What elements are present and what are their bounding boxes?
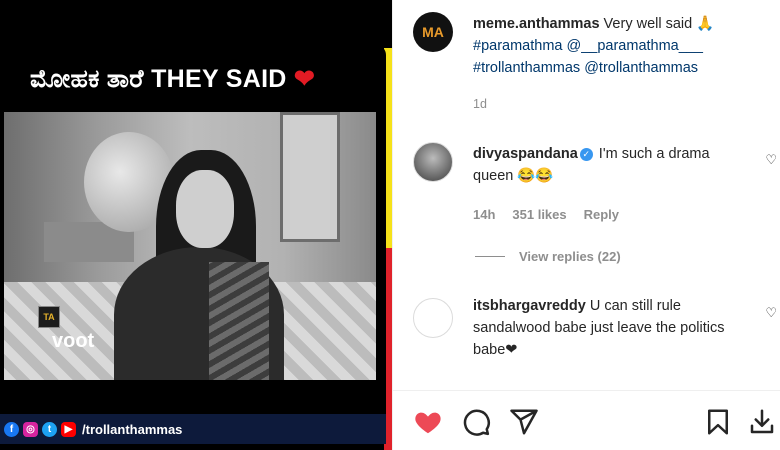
comment-bubble-icon[interactable] [461, 407, 491, 437]
meme-headline-text: ಮೋಹಕ ತಾರೆ THEY SAID [30, 65, 287, 93]
youtube-icon: ▶ [61, 421, 76, 437]
comment-timestamp[interactable]: 14h [473, 207, 495, 222]
photo-person-face [176, 170, 234, 248]
comment-meta: 14h 351 likes Reply [473, 207, 619, 222]
view-replies[interactable]: View replies (22) [475, 249, 621, 264]
comments-panel: MA meme.anthammas Very well said 🙏 #para… [392, 0, 780, 450]
comment-likes[interactable]: 351 likes [512, 207, 566, 222]
meme-footer-bar: f ◎ t ▶ /trollanthammas [0, 414, 386, 444]
comment-username[interactable]: divyaspandana [473, 146, 578, 162]
channel-logo: TA [38, 306, 60, 328]
post-caption: meme.anthammas Very well said 🙏 #paramat… [473, 13, 753, 79]
avatar[interactable]: MA [413, 12, 453, 52]
photo-saree [209, 262, 269, 380]
bookmark-icon[interactable] [703, 407, 733, 437]
instagram-icon: ◎ [23, 421, 38, 437]
caption-tags[interactable]: #paramathma @__paramathma___ #trollantha… [473, 38, 703, 76]
replies-divider [475, 256, 505, 257]
reply-button[interactable]: Reply [584, 207, 619, 222]
comment-like-heart-icon[interactable]: ♡ [765, 152, 777, 168]
caption-text: Very well said 🙏 [599, 16, 715, 32]
post-media[interactable]: ಮೋಹಕ ತಾರೆ THEY SAID ❤ TA voot f ◎ t ▶ /t… [0, 0, 392, 450]
footer-handle: /trollanthammas [82, 421, 183, 437]
post-username[interactable]: meme.anthammas [473, 16, 600, 32]
instagram-post-view: ಮೋಹಕ ತಾರೆ THEY SAID ❤ TA voot f ◎ t ▶ /t… [0, 0, 780, 450]
twitter-icon: t [42, 421, 57, 437]
comment: divyaspandana ✓ I'm such a drama queen 😂😂 [473, 143, 753, 187]
comment-username[interactable]: itsbhargavreddy [473, 298, 586, 314]
share-paper-plane-icon[interactable] [509, 407, 539, 437]
meme-headline: ಮೋಹಕ ತಾರೆ THEY SAID ❤ [30, 64, 315, 94]
download-icon[interactable] [747, 407, 777, 437]
view-replies-label[interactable]: View replies (22) [519, 249, 621, 264]
comment: itsbhargavreddy U can still rule sandalw… [473, 295, 753, 361]
action-bar [393, 390, 780, 450]
comment-like-heart-icon[interactable]: ♡ [765, 305, 777, 321]
post-timestamp[interactable]: 1d [473, 97, 487, 111]
voot-watermark: voot [52, 330, 95, 352]
avatar[interactable] [413, 142, 453, 182]
verified-badge-icon: ✓ [579, 148, 593, 161]
photo-wall-frame [280, 112, 340, 242]
red-heart-icon: ❤ [293, 65, 316, 93]
comment-meta-clipped: ▬▬▬ ▬▬▬▬ ▬▬▬ [473, 378, 610, 384]
like-heart-icon[interactable] [413, 407, 443, 437]
facebook-icon: f [4, 421, 19, 437]
avatar[interactable] [413, 298, 453, 338]
